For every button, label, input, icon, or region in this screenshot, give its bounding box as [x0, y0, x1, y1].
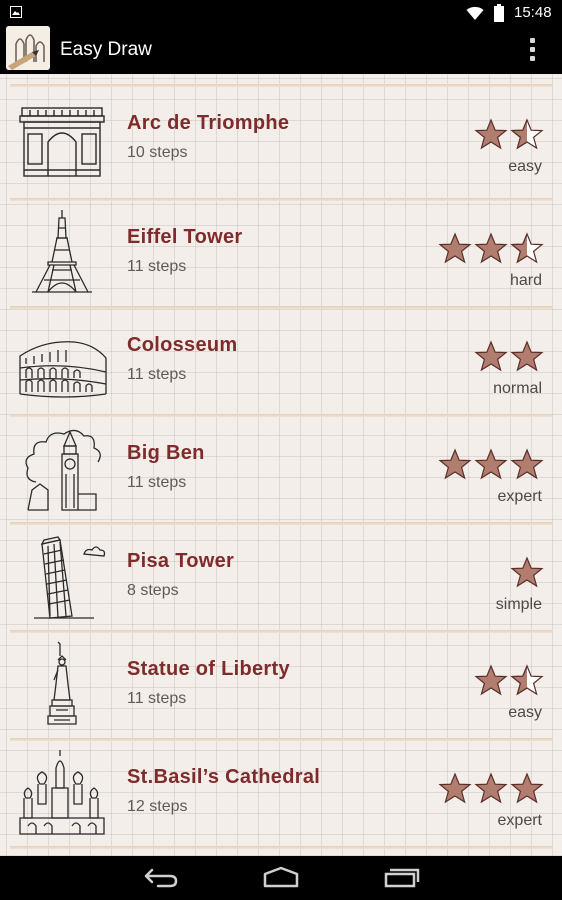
list-item[interactable]: Statue of Liberty 11 steps easy	[0, 634, 562, 742]
half-star-icon	[510, 664, 544, 696]
pisa-tower-thumbnail	[34, 536, 106, 619]
list-divider	[10, 846, 552, 849]
list-divider	[10, 630, 552, 633]
arc-de-triomphe-thumbnail	[19, 107, 105, 177]
item-difficulty: normal	[493, 380, 542, 397]
wifi-icon	[466, 6, 484, 20]
item-title: Eiffel Tower	[127, 226, 243, 248]
half-star-icon	[510, 118, 544, 150]
star-icon	[438, 772, 472, 804]
rating-stars	[474, 664, 544, 698]
item-difficulty: expert	[497, 812, 542, 829]
landmark-list-container: Arc de Triomphe 10 steps easy Eiffel Tow…	[0, 74, 562, 856]
recents-icon[interactable]	[384, 866, 420, 888]
star-icon	[474, 118, 508, 150]
list-item[interactable]: Big Ben 11 steps expert	[0, 418, 562, 526]
item-difficulty: easy	[508, 704, 542, 721]
star-icon	[510, 340, 544, 372]
eiffel-tower-thumbnail	[32, 210, 92, 293]
item-difficulty: hard	[509, 272, 542, 289]
list-item[interactable]: Colosseum 11 steps normal	[0, 310, 562, 418]
statue-of-liberty-thumbnail	[47, 641, 77, 725]
item-steps: 11 steps	[127, 474, 187, 491]
star-icon	[474, 232, 508, 264]
star-icon	[474, 664, 508, 696]
list-item[interactable]: Eiffel Tower 11 steps hard	[0, 202, 562, 310]
list-divider	[10, 522, 552, 525]
clock: 15:48	[514, 4, 552, 21]
star-icon	[510, 772, 544, 804]
star-icon	[474, 340, 508, 372]
item-title: Pisa Tower	[127, 550, 235, 572]
rating-stars	[474, 118, 544, 152]
item-steps: 11 steps	[127, 690, 187, 707]
item-steps: 11 steps	[127, 366, 187, 383]
star-icon	[474, 772, 508, 804]
item-difficulty: expert	[497, 488, 542, 505]
back-icon[interactable]	[144, 866, 178, 888]
star-icon	[438, 232, 472, 264]
list-divider	[10, 198, 552, 201]
list-divider	[10, 738, 552, 741]
item-title: Arc de Triomphe	[127, 112, 290, 134]
item-difficulty: easy	[508, 158, 542, 175]
star-icon	[474, 448, 508, 480]
list-item[interactable]: Pisa Tower 8 steps simple	[0, 526, 562, 634]
big-ben-thumbnail	[25, 429, 101, 511]
app-icon[interactable]	[6, 26, 50, 70]
status-bar: 15:48	[0, 0, 562, 26]
item-steps: 8 steps	[127, 582, 179, 599]
image-notification-icon	[10, 6, 22, 18]
st-basils-cathedral-thumbnail	[19, 750, 105, 835]
rating-stars	[438, 232, 544, 266]
item-title: Big Ben	[127, 442, 205, 464]
rating-stars	[438, 448, 544, 482]
item-steps: 12 steps	[127, 798, 188, 815]
battery-icon	[494, 4, 504, 22]
list-item[interactable]: Arc de Triomphe 10 steps easy	[0, 88, 562, 196]
home-icon[interactable]	[263, 866, 299, 888]
item-difficulty: simple	[495, 596, 542, 613]
more-vert-icon[interactable]	[520, 34, 544, 66]
star-icon	[510, 556, 544, 588]
colosseum-thumbnail	[19, 341, 107, 398]
list-item[interactable]: St.Basil’s Cathedral 12 steps expert	[0, 742, 562, 850]
item-steps: 10 steps	[127, 144, 188, 161]
rating-stars	[510, 556, 544, 590]
navigation-bar	[0, 856, 562, 900]
item-title: St.Basil’s Cathedral	[127, 766, 321, 788]
half-star-icon	[510, 232, 544, 264]
list-divider	[10, 414, 552, 417]
item-title: Statue of Liberty	[127, 658, 290, 680]
list-divider	[10, 306, 552, 309]
action-bar: Easy Draw	[0, 26, 562, 74]
rating-stars	[438, 772, 544, 806]
item-title: Colosseum	[127, 334, 238, 356]
star-icon	[510, 448, 544, 480]
app-title: Easy Draw	[60, 39, 152, 60]
list-divider	[10, 84, 552, 87]
item-steps: 11 steps	[127, 258, 187, 275]
rating-stars	[474, 340, 544, 374]
star-icon	[438, 448, 472, 480]
